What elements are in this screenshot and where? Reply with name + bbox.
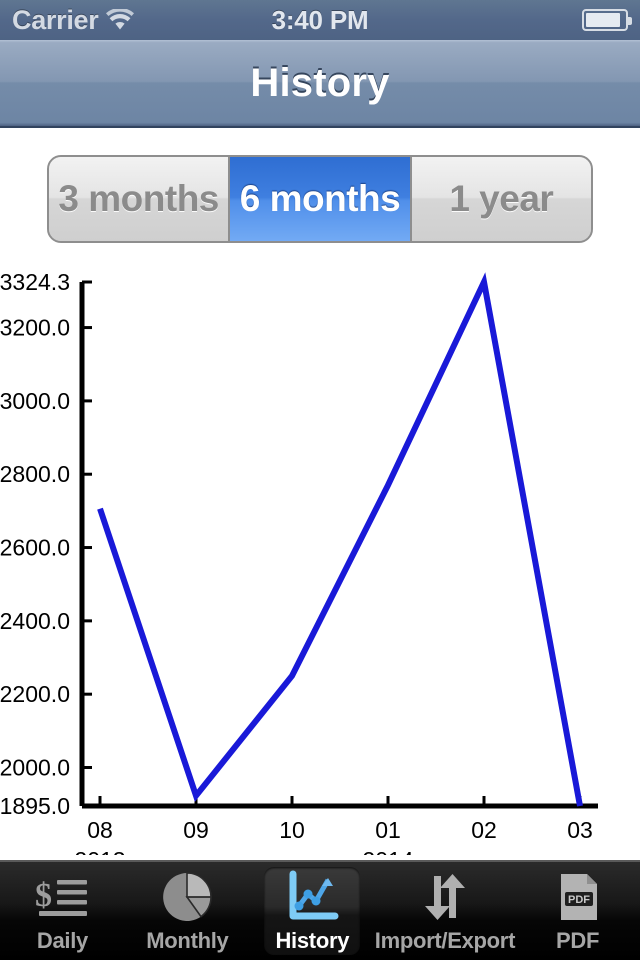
segment-6-months[interactable]: 6 months (228, 157, 410, 241)
status-bar: Carrier 3:40 PM (0, 0, 640, 40)
x-axis-year-labels: 2013 2014 (74, 847, 413, 855)
tab-daily[interactable]: $ Daily (0, 862, 125, 960)
tab-monthly[interactable]: Monthly (125, 862, 250, 960)
x-axis-tick-labels: 08 09 10 01 02 03 (87, 817, 593, 843)
nav-bar: History (0, 40, 640, 128)
x-axis-tick-label: 03 (567, 817, 593, 843)
tab-bar: $ Daily Monthly History Import/Export PD… (0, 860, 640, 960)
pdf-document-icon: PDF (549, 868, 607, 926)
history-line-chart: 3324.3 3200.0 3000.0 2800.0 2600.0 2400.0 2200… (0, 260, 640, 855)
app-screen: Carrier 3:40 PM History 3 months 6 month… (0, 0, 640, 960)
svg-text:PDF: PDF (568, 894, 590, 906)
tab-history[interactable]: History (250, 862, 375, 960)
segment-1-year[interactable]: 1 year (409, 157, 591, 241)
tab-pdf-label: PDF (556, 928, 600, 953)
svg-text:$: $ (35, 877, 52, 914)
carrier-label: Carrier (12, 4, 99, 35)
y-axis-tick-labels: 3324.3 3200.0 3000.0 2800.0 2600.0 2400.0 2200… (0, 269, 70, 819)
y-axis-tick-label: 2800.0 (0, 461, 70, 487)
page-title: History (250, 60, 390, 105)
tab-import-export[interactable]: Import/Export (375, 862, 515, 960)
x-axis-tick-label: 08 (87, 817, 113, 843)
y-axis-tick-label: 3324.3 (0, 269, 70, 295)
x-axis-tick-label: 01 (375, 817, 401, 843)
tab-daily-label: Daily (36, 928, 88, 953)
chart-canvas: 3324.3 3200.0 3000.0 2800.0 2600.0 2400.0 2200… (0, 269, 598, 855)
up-down-arrows-icon (416, 868, 474, 926)
tab-import-export-label: Import/Export (374, 928, 516, 953)
line-chart-icon (283, 868, 341, 926)
x-axis-tick-label: 10 (279, 817, 305, 843)
segment-3-months[interactable]: 3 months (49, 157, 229, 241)
data-series-line (97, 272, 583, 807)
y-axis-tick-label: 2600.0 (0, 535, 70, 561)
dollar-list-icon: $ (33, 868, 91, 926)
tab-monthly-label: Monthly (146, 928, 229, 953)
wifi-icon (106, 7, 135, 31)
tab-history-label: History (275, 928, 350, 953)
y-axis-tick-label: 3000.0 (0, 388, 70, 414)
x-axis-year-label: 2014 (362, 847, 413, 855)
battery-fill (586, 13, 620, 27)
pie-chart-icon (158, 868, 216, 926)
status-bar-right (582, 9, 632, 31)
x-axis-year-label: 2013 (74, 847, 125, 855)
y-axis-tick-label: 1895.0 (0, 793, 70, 819)
tab-pdf[interactable]: PDF PDF (515, 862, 640, 960)
y-axis-tick-label: 2200.0 (0, 681, 70, 707)
range-segmented-control-wrapper: 3 months 6 months 1 year (47, 155, 593, 243)
battery-icon (582, 9, 632, 31)
y-axis-tick-label: 2400.0 (0, 608, 70, 634)
y-axis-tick-label: 3200.0 (0, 315, 70, 341)
x-axis-tick-label: 09 (183, 817, 209, 843)
x-axis-tick-label: 02 (471, 817, 497, 843)
y-axis-tick-label: 2000.0 (0, 755, 70, 781)
range-segmented-control[interactable]: 3 months 6 months 1 year (47, 155, 593, 243)
status-bar-left: Carrier (12, 4, 135, 36)
